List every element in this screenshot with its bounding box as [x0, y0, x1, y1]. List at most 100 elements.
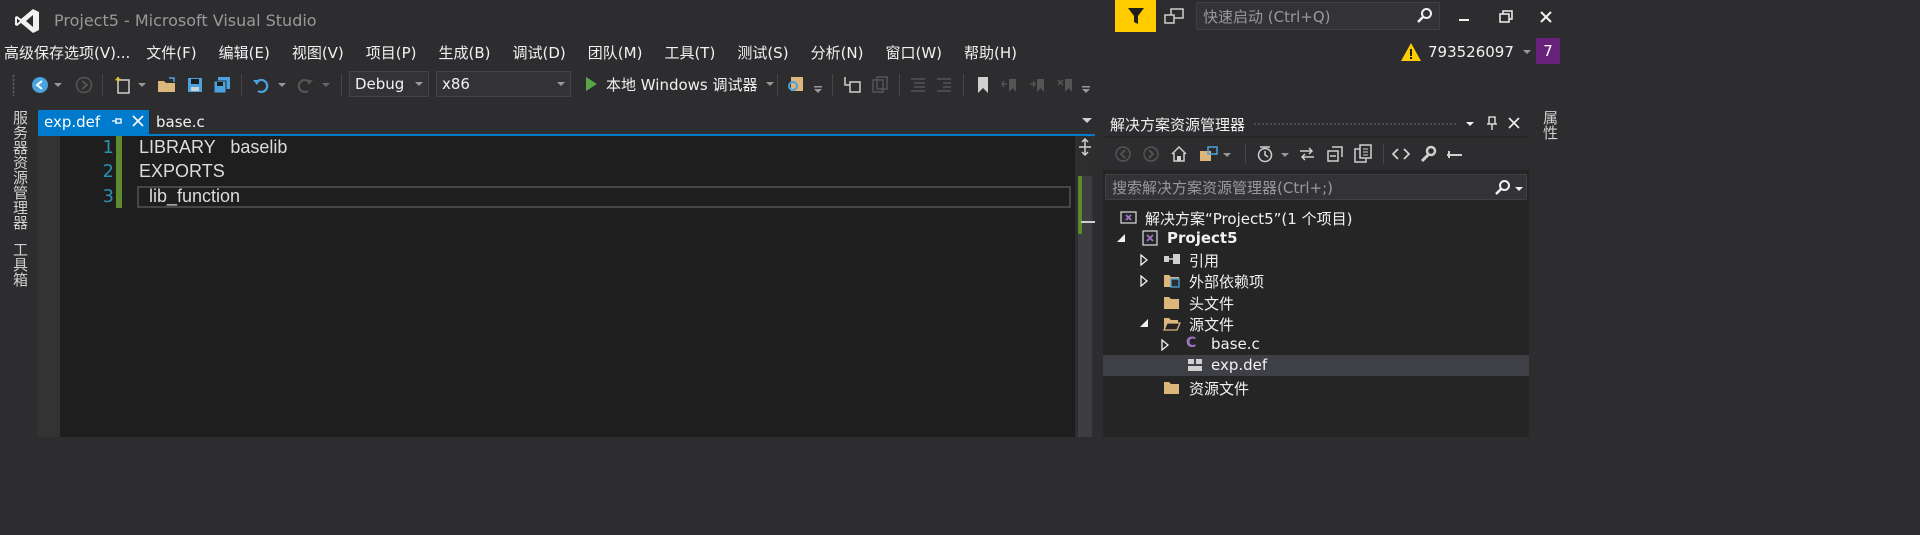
toolbar-grip[interactable]: [12, 74, 15, 96]
menu-file[interactable]: 文件(F): [146, 40, 196, 64]
tree-item-exp-def[interactable]: exp.def: [1103, 355, 1529, 376]
menu-analyze[interactable]: 分析(N): [811, 40, 864, 64]
pending-changes-filter-icon[interactable]: [1256, 145, 1274, 163]
preview-selected-items-icon[interactable]: [1446, 147, 1464, 161]
redo-button[interactable]: [295, 75, 315, 95]
menu-tools[interactable]: 工具(T): [664, 40, 715, 64]
code-editor[interactable]: 1 2 3 LIBRARY baselib EXPORTS lib_functi…: [38, 136, 1095, 437]
solution-platform-select[interactable]: x86: [436, 71, 571, 97]
dropdown-arrow-icon[interactable]: [1515, 185, 1523, 193]
save-all-button[interactable]: [212, 75, 232, 95]
menu-window[interactable]: 窗口(W): [886, 40, 943, 64]
view-code-icon[interactable]: [1392, 146, 1410, 162]
side-tab-toolbox[interactable]: 工具箱: [10, 242, 31, 287]
open-file-button[interactable]: [157, 75, 177, 95]
warning-icon[interactable]: [1400, 42, 1422, 62]
back-dropdown-button[interactable]: [52, 75, 64, 95]
show-all-files-icon[interactable]: [1353, 144, 1373, 164]
find-in-files-button[interactable]: [786, 75, 806, 95]
pin-icon[interactable]: [111, 115, 123, 127]
search-icon[interactable]: [1416, 7, 1434, 25]
tree-item-project[interactable]: Project5: [1103, 228, 1529, 249]
menu-edit[interactable]: 编辑(E): [219, 40, 270, 64]
undo-dropdown-button[interactable]: [276, 75, 288, 95]
close-icon[interactable]: [131, 114, 145, 128]
next-bookmark-button[interactable]: [1028, 75, 1048, 95]
tab-overflow-dropdown[interactable]: [1082, 118, 1092, 123]
tree-item-base-c[interactable]: C base.c: [1103, 334, 1529, 355]
new-dropdown-button[interactable]: [136, 75, 148, 95]
step-over-button[interactable]: [870, 75, 890, 95]
properties-wrench-icon[interactable]: [1419, 145, 1437, 163]
pin-icon[interactable]: [1486, 115, 1498, 131]
solution-explorer-search-input[interactable]: [1112, 179, 1482, 197]
dropdown-arrow-icon[interactable]: [1281, 151, 1289, 159]
chevron-down-icon[interactable]: [1465, 119, 1475, 129]
side-tab-server-explorer[interactable]: 服务器资源管理器: [10, 110, 31, 230]
menu-debug[interactable]: 调试(D): [513, 40, 566, 64]
switch-views-icon[interactable]: [1199, 145, 1219, 163]
side-tab-properties[interactable]: 属性: [1540, 110, 1561, 140]
collapse-all-icon[interactable]: [1326, 145, 1344, 163]
close-icon[interactable]: [1507, 116, 1521, 130]
collapsed-arrow-icon[interactable]: [1139, 254, 1149, 266]
previous-bookmark-button[interactable]: [1000, 75, 1020, 95]
tab-base-c[interactable]: base.c: [149, 110, 229, 134]
collapsed-arrow-icon[interactable]: [1139, 275, 1149, 287]
restore-button[interactable]: [1490, 5, 1522, 29]
start-debugging-button[interactable]: 本地 Windows 调试器: [584, 72, 774, 96]
home-icon[interactable]: [1170, 145, 1188, 163]
menu-help[interactable]: 帮助(H): [964, 40, 1017, 64]
uncomment-button[interactable]: [934, 75, 954, 95]
step-into-button[interactable]: [842, 75, 862, 95]
search-icon[interactable]: [1494, 179, 1512, 197]
tree-item-header-files[interactable]: 头文件: [1103, 292, 1529, 313]
tree-item-external-dependencies[interactable]: 外部依赖项: [1103, 270, 1529, 291]
account-avatar[interactable]: 7: [1536, 38, 1560, 64]
code-line[interactable]: lib_function: [139, 186, 240, 207]
menu-project[interactable]: 项目(P): [366, 40, 417, 64]
account-name[interactable]: 793526097: [1428, 43, 1514, 61]
clear-bookmarks-button[interactable]: [1056, 75, 1076, 95]
expanded-arrow-icon[interactable]: [1139, 318, 1149, 328]
back-arrow-icon[interactable]: [1115, 146, 1131, 162]
code-line[interactable]: LIBRARY baselib: [139, 137, 287, 158]
code-line[interactable]: EXPORTS: [139, 161, 225, 182]
split-window-icon[interactable]: [1077, 138, 1093, 156]
notification-filter-button[interactable]: [1115, 0, 1156, 32]
quick-launch-input[interactable]: [1203, 8, 1413, 26]
quick-launch-box[interactable]: [1196, 2, 1440, 30]
dropdown-arrow-icon[interactable]: [1223, 151, 1231, 159]
new-project-button[interactable]: [113, 75, 133, 95]
menu-advanced-save[interactable]: 高级保存选项(V)...: [4, 40, 130, 64]
panel-drag-grip[interactable]: [1253, 122, 1458, 126]
dropdown-arrow-icon[interactable]: [765, 80, 774, 88]
toggle-bookmark-button[interactable]: [973, 75, 993, 95]
close-window-button[interactable]: [1530, 5, 1562, 29]
tree-item-solution[interactable]: 解决方案“Project5”(1 个项目): [1103, 207, 1529, 228]
menu-build[interactable]: 生成(B): [439, 40, 491, 64]
tab-exp-def[interactable]: exp.def: [38, 110, 149, 134]
comment-out-button[interactable]: [908, 75, 928, 95]
tree-item-resource-files[interactable]: 资源文件: [1103, 377, 1529, 398]
toolbar-overflow-button[interactable]: [812, 79, 824, 99]
save-button[interactable]: [185, 75, 205, 95]
undo-button[interactable]: [251, 75, 271, 95]
solution-explorer-search-box[interactable]: [1105, 174, 1527, 200]
forward-arrow-icon[interactable]: [1143, 146, 1159, 162]
feedback-button[interactable]: [1160, 4, 1188, 30]
toolbar-overflow-button[interactable]: [1080, 79, 1092, 99]
minimize-button[interactable]: [1448, 5, 1480, 29]
solution-configuration-select[interactable]: Debug: [349, 71, 429, 97]
chevron-down-icon[interactable]: [1522, 47, 1532, 57]
expanded-arrow-icon[interactable]: [1116, 233, 1126, 243]
menu-view[interactable]: 视图(V): [292, 40, 344, 64]
redo-dropdown-button[interactable]: [320, 75, 332, 95]
menu-test[interactable]: 测试(S): [737, 40, 788, 64]
tree-item-references[interactable]: 引用: [1103, 249, 1529, 270]
menu-team[interactable]: 团队(M): [588, 40, 643, 64]
navigate-back-button[interactable]: [30, 75, 50, 95]
tree-item-source-files[interactable]: 源文件: [1103, 313, 1529, 334]
navigate-forward-button[interactable]: [74, 75, 94, 95]
account-area[interactable]: 793526097: [1400, 40, 1532, 64]
